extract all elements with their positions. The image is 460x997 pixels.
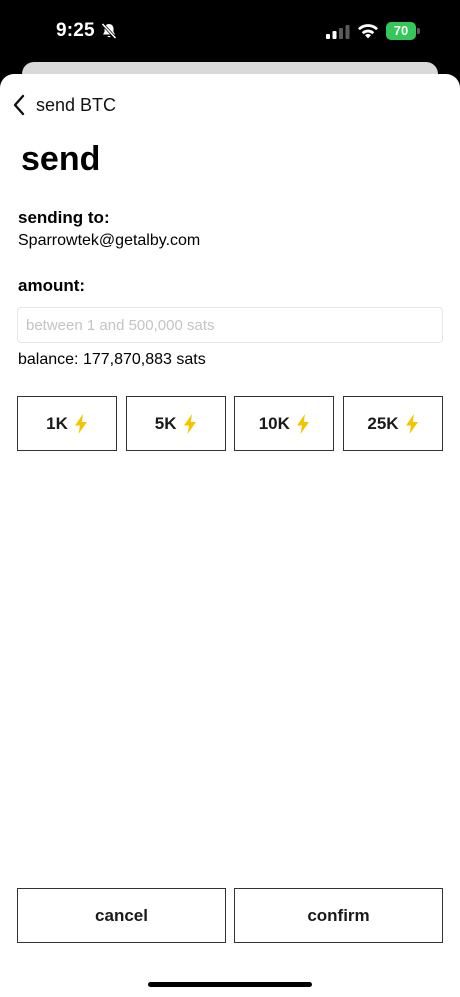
- wifi-icon: [358, 24, 378, 39]
- send-sheet: send BTC send sending to: Sparrowtek@get…: [0, 74, 460, 997]
- action-row: cancel confirm: [17, 888, 443, 943]
- quick-amount-label: 25K: [367, 413, 399, 433]
- lightning-bolt-icon: [74, 413, 87, 434]
- battery-level: 70: [386, 22, 416, 40]
- app-screen: 9:25 70 send BTC send sending to: Sparro…: [0, 0, 460, 997]
- cancel-button[interactable]: cancel: [17, 888, 226, 943]
- chevron-left-icon: [13, 94, 25, 116]
- lightning-bolt-icon: [296, 413, 309, 434]
- lightning-bolt-icon: [405, 413, 418, 434]
- quick-amount-label: 10K: [258, 413, 290, 433]
- amount-label: amount:: [18, 276, 86, 295]
- bell-slash-icon: [101, 22, 117, 40]
- quick-amount-1k-button[interactable]: 1K: [17, 396, 117, 451]
- quick-amount-label: 1K: [46, 413, 68, 433]
- quick-amount-5k-button[interactable]: 5K: [125, 396, 226, 451]
- battery-charging-icon: 70: [386, 22, 420, 40]
- quick-amount-row: 1K 5K 10K 25K: [17, 396, 443, 451]
- battery-cap: [417, 28, 420, 34]
- page-title: send: [21, 140, 101, 178]
- home-indicator[interactable]: [148, 982, 312, 987]
- quick-amount-10k-button[interactable]: 10K: [234, 396, 335, 451]
- signal-icon: [326, 25, 350, 39]
- back-button[interactable]: send BTC: [12, 92, 116, 118]
- quick-amount-25k-button[interactable]: 25K: [342, 396, 443, 451]
- amount-input[interactable]: [17, 307, 443, 343]
- lightning-bolt-icon: [183, 413, 196, 434]
- status-bar: 9:25 70: [0, 0, 460, 62]
- quick-amount-label: 5K: [154, 413, 177, 433]
- status-time: 9:25: [56, 20, 95, 41]
- back-button-label: send BTC: [36, 94, 117, 115]
- confirm-button[interactable]: confirm: [234, 888, 443, 943]
- recipient-address: Sparrowtek@getalby.com: [18, 232, 201, 249]
- sending-to-label: sending to:: [18, 208, 110, 227]
- balance-text: balance: 177,870,883 sats: [18, 351, 206, 368]
